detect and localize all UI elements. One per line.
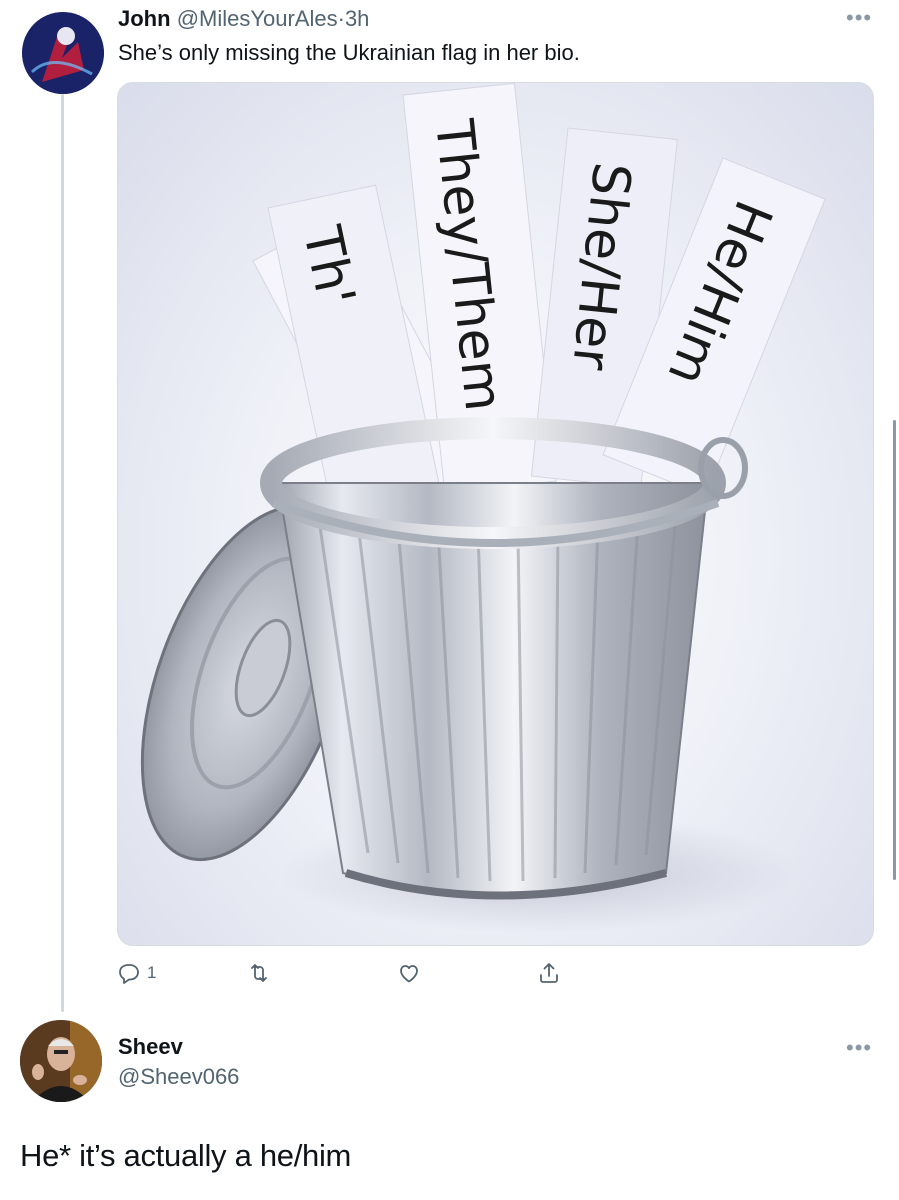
share-button[interactable] (537, 960, 561, 986)
like-button[interactable] (397, 960, 421, 986)
retweet-icon (251, 964, 267, 982)
avatar[interactable] (22, 12, 104, 94)
timeline: John @MilesYourAles·3h ••• She’s only mi… (0, 0, 899, 1200)
tweet-header: John @MilesYourAles·3h (118, 6, 369, 32)
thread-line (61, 94, 64, 1012)
reply-text: He* it’s actually a he/him (20, 1138, 352, 1173)
reply-button[interactable]: 1 (117, 960, 156, 986)
reply-author-name[interactable]: Sheev (118, 1034, 183, 1060)
more-icon[interactable]: ••• (846, 7, 872, 29)
reply-author-handle[interactable]: @Sheev066 (118, 1064, 239, 1090)
avatar[interactable] (20, 1020, 102, 1102)
share-icon (540, 963, 558, 983)
more-icon[interactable]: ••• (846, 1037, 872, 1059)
retweet-button[interactable] (247, 960, 271, 986)
reply-icon (119, 964, 139, 984)
tweet-actions: 1 (117, 960, 617, 986)
author-handle[interactable]: @MilesYourAles (177, 6, 338, 31)
reply-count: 1 (147, 963, 157, 982)
tweet-text: She’s only missing the Ukrainian flag in… (118, 40, 580, 65)
heart-icon (400, 965, 418, 983)
author-name[interactable]: John (118, 6, 171, 31)
tweet-time[interactable]: 3h (345, 6, 369, 31)
scrollbar[interactable] (893, 420, 896, 880)
tweet-image[interactable]: He/She Th' They/Them She/Her He/Him (117, 82, 874, 946)
separator: · (337, 6, 345, 31)
